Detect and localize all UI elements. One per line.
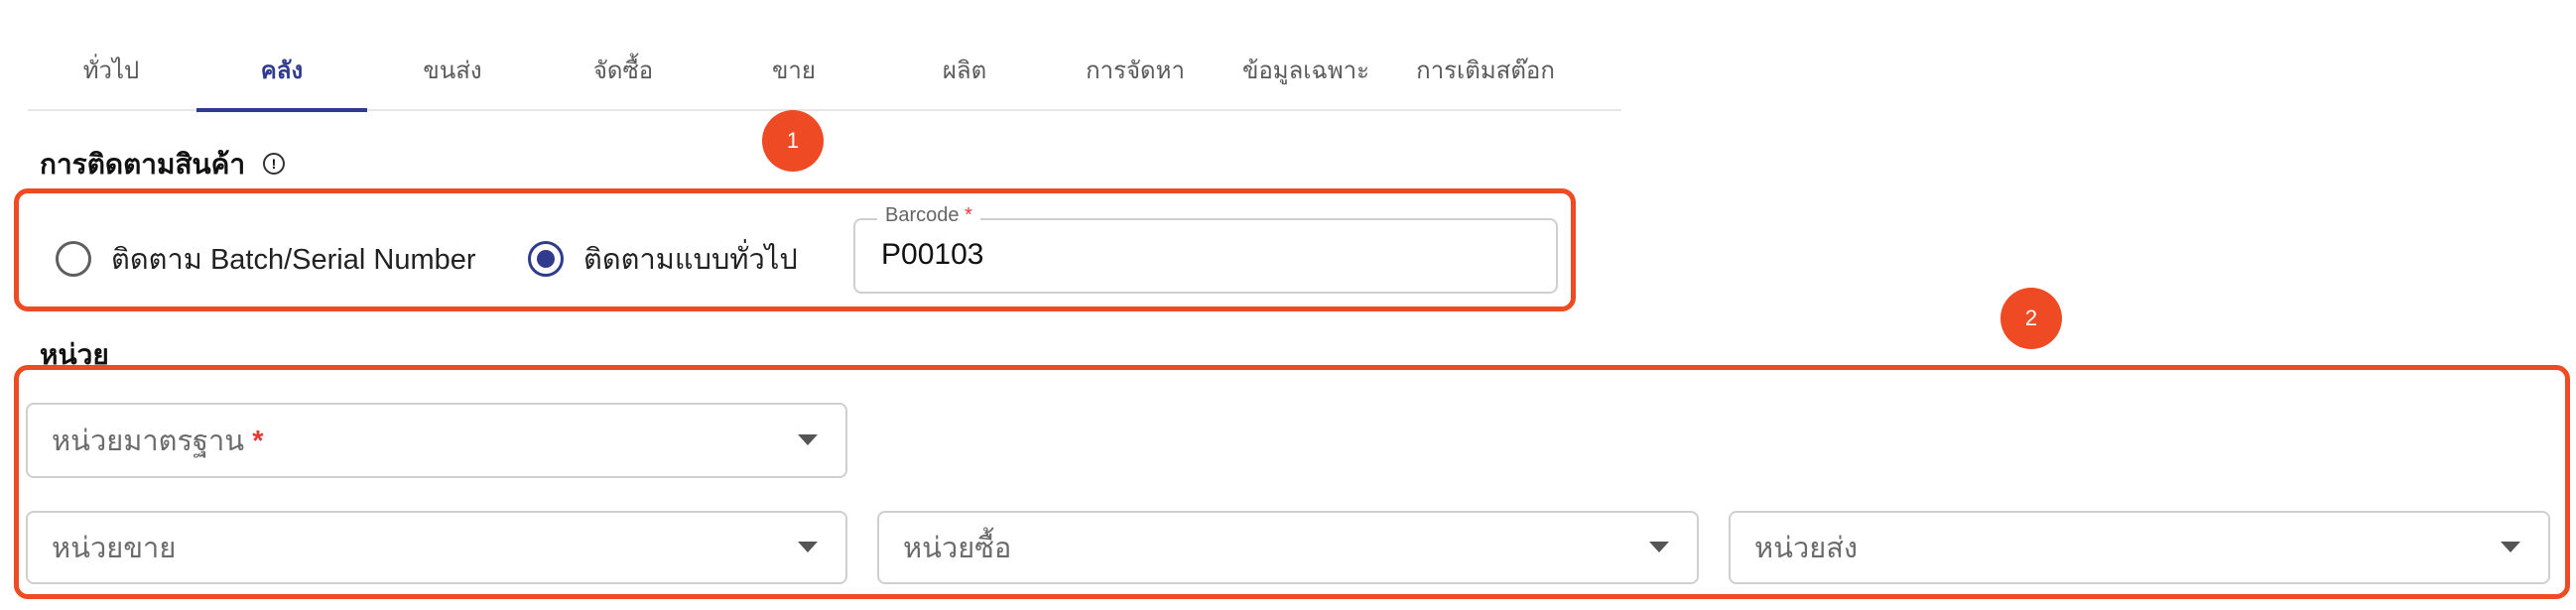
- dropdown-arrow-icon: [2501, 542, 2520, 552]
- tracking-heading-text: การติดตามสินค้า: [40, 149, 246, 180]
- sales-unit-placeholder: หน่วยขาย: [52, 533, 177, 564]
- dropdown-arrow-icon: [1649, 542, 1669, 552]
- tab-warehouse[interactable]: คลัง: [196, 28, 367, 111]
- purchase-unit-placeholder: หน่วยซื้อ: [903, 533, 1012, 564]
- tab-general[interactable]: ทั่วไป: [28, 28, 194, 111]
- annotation-badge-1: 1: [762, 110, 824, 172]
- standard-unit-placeholder: หน่วยมาตรฐาน *: [52, 426, 264, 457]
- radio-checked-icon: [528, 241, 564, 277]
- annotation-badge-2-number: 2: [2024, 305, 2038, 330]
- radio-general-tracking[interactable]: ติดตามแบบทั่วไป: [528, 236, 798, 282]
- tab-replenishment[interactable]: การเติมสต๊อก: [1391, 28, 1580, 111]
- dropdown-arrow-icon: [798, 434, 818, 445]
- sales-unit-select[interactable]: หน่วยขาย: [26, 511, 847, 584]
- tab-sales[interactable]: ขาย: [708, 28, 879, 111]
- radio-batch-serial-label: ติดตาม Batch/Serial Number: [111, 244, 476, 276]
- purchase-unit-select[interactable]: หน่วยซื้อ: [877, 511, 1699, 584]
- radio-batch-serial[interactable]: ติดตาม Batch/Serial Number: [56, 236, 476, 282]
- tab-shipping[interactable]: ขนส่ง: [367, 28, 538, 111]
- annotation-badge-2: 2: [2000, 288, 2062, 349]
- radio-unchecked-icon: [56, 241, 91, 277]
- barcode-label: Barcode *: [877, 204, 980, 227]
- tab-purchasing[interactable]: จัดซื้อ: [538, 28, 708, 111]
- shipping-unit-select[interactable]: หน่วยส่ง: [1729, 511, 2550, 584]
- tracking-heading: การติดตามสินค้า !: [40, 143, 285, 186]
- barcode-value: P00103: [881, 238, 984, 271]
- dropdown-arrow-icon: [798, 542, 818, 552]
- radio-general-tracking-label: ติดตามแบบทั่วไป: [583, 244, 798, 276]
- info-icon[interactable]: !: [262, 152, 285, 175]
- standard-unit-select[interactable]: หน่วยมาตรฐาน *: [26, 403, 847, 478]
- barcode-field[interactable]: Barcode * P00103: [853, 204, 1558, 294]
- tab-specific-info[interactable]: ข้อมูลเฉพาะ: [1221, 28, 1391, 111]
- shipping-unit-placeholder: หน่วยส่ง: [1754, 533, 1859, 564]
- tab-manufacturing[interactable]: ผลิต: [879, 28, 1050, 111]
- annotation-badge-1-number: 1: [786, 128, 800, 153]
- tab-bar: ทั่วไป คลัง ขนส่ง จัดซื้อ ขาย ผลิต การจั…: [28, 28, 1621, 112]
- tab-procurement[interactable]: การจัดหา: [1050, 28, 1221, 111]
- active-tab-indicator: [196, 108, 367, 112]
